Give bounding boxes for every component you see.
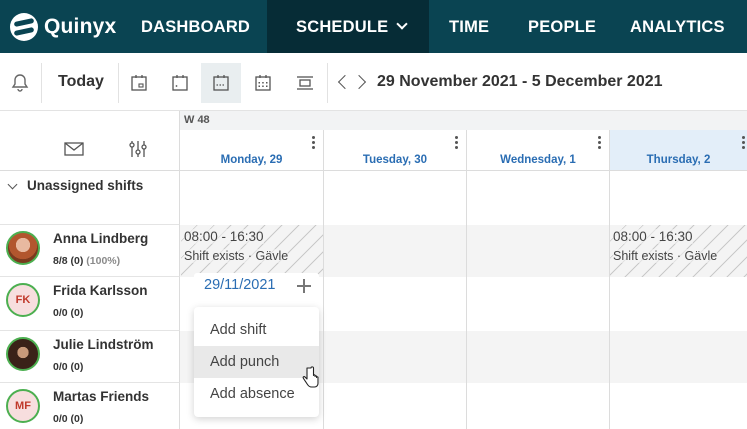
employee-row[interactable]: Anna Lindberg 8/8 (0) (100%) (0, 225, 180, 277)
unassigned-shifts-label: Unassigned shifts (27, 178, 144, 193)
menu-item-add-shift[interactable]: Add shift (194, 314, 319, 346)
employee-name[interactable]: Anna Lindberg (53, 231, 148, 246)
employee-row[interactable]: Julie Lindström 0/0 (0) (0, 331, 180, 383)
calendar-icon (172, 75, 188, 91)
filter-sliders-icon[interactable] (128, 139, 148, 164)
more-options-icon[interactable] (455, 136, 458, 151)
employee-hours: 8/8 (0) (100%) (53, 255, 121, 267)
day-label: Thursday, 2 (646, 154, 711, 166)
day-label: Wednesday, 1 (500, 154, 576, 166)
menu-item-add-absence[interactable]: Add absence (194, 378, 319, 410)
week-view-button[interactable] (201, 63, 241, 103)
calendar-week-icon (213, 75, 229, 91)
hand-cursor-icon (302, 366, 319, 388)
day-header-wednesday[interactable]: Wednesday, 1 (467, 130, 610, 171)
shift-time: 08:00 - 16:30 (184, 229, 264, 244)
employee-row[interactable]: FK Frida Karlsson 0/0 (0) (0, 277, 180, 331)
quinyx-logo-icon (10, 13, 38, 41)
resource-header (0, 111, 180, 171)
week-number: W 48 (184, 114, 210, 126)
shift-detail: Shift exists · Gävle (613, 249, 718, 263)
nav-people[interactable]: PEOPLE (528, 0, 596, 53)
employee-row[interactable]: MF Martas Friends 0/0 (0) (0, 383, 180, 429)
unassigned-shifts-row[interactable]: Unassigned shifts (0, 171, 180, 225)
nav-dashboard[interactable]: DASHBOARD (141, 0, 250, 53)
shift-card[interactable]: 08:00 - 16:30 Shift exists · Gävle (181, 225, 323, 277)
employee-name[interactable]: Martas Friends (53, 389, 149, 404)
shift-detail: Shift exists · Gävle (184, 249, 289, 263)
top-nav: Quinyx DASHBOARD SCHEDULE TIME PEOPLE AN… (0, 0, 747, 53)
cell-date: 29/11/2021 (204, 277, 276, 293)
more-options-icon[interactable] (312, 136, 315, 151)
notifications-button[interactable] (0, 63, 40, 103)
week-row (180, 111, 747, 130)
nav-analytics[interactable]: ANALYTICS (630, 0, 725, 53)
context-menu: Add shift Add punch Add absence (194, 307, 319, 417)
shift-time: 08:00 - 16:30 (613, 229, 693, 244)
day-header-monday[interactable]: Monday, 29 (180, 130, 324, 171)
avatar[interactable] (6, 231, 40, 265)
day-header-tuesday[interactable]: Tuesday, 30 (324, 130, 467, 171)
toolbar: Today 29 November 2021 - 5 December 2021 (0, 53, 747, 111)
quinyx-logo[interactable]: Quinyx (10, 13, 116, 41)
nav-schedule-label: SCHEDULE (296, 18, 389, 36)
previous-week-icon[interactable] (337, 74, 353, 90)
logo-text: Quinyx (44, 15, 117, 38)
day-view-button[interactable] (119, 63, 159, 103)
calendar-view-button[interactable] (160, 63, 200, 103)
shift-card[interactable]: 08:00 - 16:30 Shift exists · Gävle (610, 225, 747, 277)
date-range-label: 29 November 2021 - 5 December 2021 (377, 73, 663, 90)
day-label: Tuesday, 30 (362, 154, 428, 166)
employee-hours: 0/0 (0) (53, 361, 84, 373)
nav-schedule[interactable]: SCHEDULE (267, 0, 429, 53)
more-options-icon[interactable] (598, 136, 601, 151)
calendar-month-icon (255, 75, 271, 91)
menu-item-add-punch[interactable]: Add punch (194, 346, 319, 378)
month-view-button[interactable] (243, 63, 283, 103)
calendar-day-icon (131, 75, 147, 91)
employee-hours: 0/0 (0) (53, 307, 84, 319)
more-options-icon[interactable] (742, 136, 745, 151)
today-button[interactable]: Today (58, 73, 104, 91)
chevron-down-icon (396, 18, 409, 30)
nav-time[interactable]: TIME (449, 0, 489, 53)
day-label: Monday, 29 (220, 154, 283, 166)
avatar[interactable]: MF (6, 389, 40, 423)
plus-icon[interactable] (297, 279, 311, 293)
employee-name[interactable]: Frida Karlsson (53, 283, 148, 298)
avatar[interactable]: FK (6, 283, 40, 317)
next-week-icon[interactable] (351, 74, 367, 90)
day-header-thursday[interactable]: Thursday, 2 (610, 130, 747, 171)
avatar[interactable] (6, 337, 40, 371)
employee-name[interactable]: Julie Lindström (53, 337, 154, 352)
employee-hours: 0/0 (0) (53, 413, 84, 425)
bell-icon (11, 74, 29, 92)
chevron-down-icon[interactable] (7, 179, 18, 190)
expand-horizontal-icon (297, 76, 313, 90)
cell-date-popup[interactable]: 29/11/2021 (194, 273, 319, 299)
mail-icon[interactable] (64, 141, 84, 162)
expand-range-button[interactable] (285, 63, 325, 103)
